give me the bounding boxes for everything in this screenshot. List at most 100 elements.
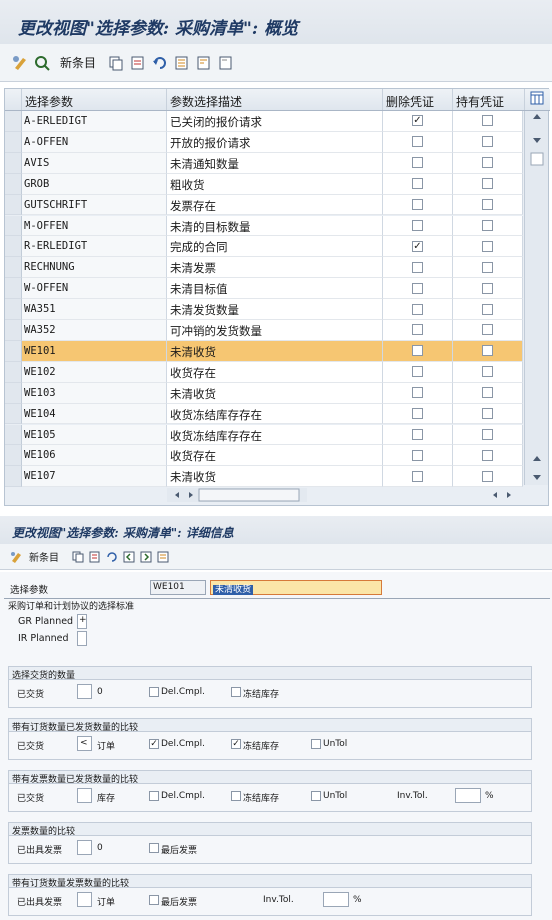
invoiced-field[interactable]	[77, 840, 92, 855]
table-row[interactable]: WE104 收货冻结库存存在	[5, 403, 525, 425]
table-row[interactable]: W-OFFEN 未清目标值	[5, 278, 525, 300]
hold-checkbox[interactable]	[482, 261, 493, 273]
copy-as-icon[interactable]	[72, 551, 84, 563]
table-row[interactable]: RECHNUNG 未清发票	[5, 257, 525, 279]
blocked-stock-checkbox[interactable]: ✓	[231, 739, 241, 749]
row-selector[interactable]	[5, 320, 22, 341]
row-selector[interactable]	[5, 111, 22, 132]
delete-checkbox[interactable]	[412, 428, 423, 440]
table-row[interactable]: WE106 收货存在	[5, 445, 525, 467]
column-header-delete[interactable]: 删除凭证	[383, 89, 453, 110]
table-row[interactable]: WE107 未清收货	[5, 466, 525, 488]
blocked-stock-checkbox[interactable]	[231, 791, 241, 801]
hold-checkbox[interactable]	[482, 387, 493, 399]
row-selector[interactable]	[5, 424, 22, 446]
row-selector[interactable]	[5, 382, 22, 404]
table-row[interactable]: WA351 未清发货数量	[5, 299, 525, 320]
table-row[interactable]: A-ERLEDIGT 已关闭的报价请求 ✓	[5, 111, 525, 132]
del-cmpl-checkbox[interactable]: ✓	[149, 739, 159, 749]
table-row[interactable]: M-OFFEN 未清的目标数量	[5, 215, 525, 237]
select-block-icon[interactable]	[196, 55, 212, 71]
delete-checkbox[interactable]	[412, 282, 423, 294]
hold-checkbox[interactable]	[482, 470, 493, 482]
hold-checkbox[interactable]	[482, 366, 493, 378]
table-row[interactable]: GROB 粗收货	[5, 173, 525, 195]
table-row[interactable]: WE101 未清收货	[5, 340, 525, 362]
delete-checkbox[interactable]	[412, 470, 423, 482]
final-invoice-checkbox[interactable]	[149, 895, 159, 905]
table-row[interactable]: WE105 收货冻结库存存在	[5, 424, 525, 446]
inv-tol-field[interactable]	[455, 788, 481, 803]
delete-checkbox[interactable]	[412, 303, 423, 315]
ir-planned-field[interactable]	[77, 631, 87, 646]
delete-checkbox[interactable]	[412, 199, 423, 211]
delete-checkbox[interactable]	[412, 157, 423, 169]
delete-checkbox[interactable]	[412, 261, 423, 273]
previous-entry-icon[interactable]	[123, 551, 135, 563]
horizontal-scrollbar[interactable]	[167, 488, 307, 502]
undo-icon[interactable]	[152, 55, 168, 71]
table-row[interactable]: GUTSCHRIFT 发票存在	[5, 194, 525, 216]
del-cmpl-checkbox[interactable]	[149, 687, 159, 697]
hold-checkbox[interactable]	[482, 324, 493, 336]
row-selector[interactable]	[5, 361, 22, 383]
inv-tol-field[interactable]	[323, 892, 349, 907]
next-entry-icon[interactable]	[140, 551, 152, 563]
delete-checkbox[interactable]	[412, 324, 423, 336]
new-entries-button[interactable]: 新条目	[29, 549, 59, 564]
display-change-icon[interactable]	[12, 55, 28, 71]
delete-checkbox[interactable]	[412, 345, 423, 357]
select-all-header[interactable]	[5, 89, 22, 110]
del-cmpl-checkbox[interactable]	[149, 791, 159, 801]
delete-checkbox[interactable]	[412, 178, 423, 190]
table-row[interactable]: WE103 未清收货	[5, 382, 525, 404]
row-selector[interactable]	[5, 340, 22, 362]
select-icon[interactable]	[157, 551, 169, 563]
horizontal-scrollbar-right[interactable]	[485, 488, 525, 502]
row-selector[interactable]	[5, 445, 22, 467]
hold-checkbox[interactable]	[482, 428, 493, 440]
hold-checkbox[interactable]	[482, 115, 493, 127]
delete-checkbox[interactable]: ✓	[412, 115, 423, 127]
copy-as-icon[interactable]	[108, 55, 124, 71]
table-row[interactable]: WE102 收货存在	[5, 361, 525, 383]
hold-checkbox[interactable]	[482, 240, 493, 252]
row-selector[interactable]	[5, 257, 22, 279]
new-entries-button[interactable]: 新条目	[60, 54, 96, 71]
blocked-stock-checkbox[interactable]	[231, 687, 241, 697]
hold-checkbox[interactable]	[482, 345, 493, 357]
row-selector[interactable]	[5, 278, 22, 300]
delete-checkbox[interactable]: ✓	[412, 240, 423, 252]
hold-checkbox[interactable]	[482, 157, 493, 169]
delete-checkbox[interactable]	[412, 408, 423, 420]
delete-checkbox[interactable]	[412, 387, 423, 399]
column-header-param[interactable]: 选择参数	[22, 89, 167, 110]
select-all-icon[interactable]	[174, 55, 190, 71]
table-row[interactable]: R-ERLEDIGT 完成的合同 ✓	[5, 236, 525, 258]
hold-checkbox[interactable]	[482, 449, 493, 461]
column-header-hold[interactable]: 持有凭证	[453, 89, 525, 110]
row-selector[interactable]	[5, 194, 22, 216]
row-selector[interactable]	[5, 236, 22, 258]
row-selector[interactable]	[5, 152, 22, 174]
row-selector[interactable]	[5, 131, 22, 153]
delivered-operator-field[interactable]: <	[77, 736, 92, 751]
row-selector[interactable]	[5, 299, 22, 320]
param-desc-field[interactable]: 未清收货	[210, 580, 382, 595]
gr-planned-field[interactable]: +	[77, 614, 87, 629]
undo-icon[interactable]	[106, 551, 118, 563]
deselect-all-icon[interactable]	[218, 55, 234, 71]
display-change-icon[interactable]	[10, 551, 22, 563]
row-selector[interactable]	[5, 466, 22, 488]
delivered-field[interactable]	[77, 788, 92, 803]
delete-checkbox[interactable]	[412, 449, 423, 461]
delete-icon[interactable]	[89, 551, 101, 563]
untol-checkbox[interactable]	[311, 791, 321, 801]
hold-checkbox[interactable]	[482, 408, 493, 420]
delete-checkbox[interactable]	[412, 219, 423, 231]
delivered-field[interactable]	[77, 684, 92, 699]
delete-checkbox[interactable]	[412, 366, 423, 378]
delete-icon[interactable]	[130, 55, 146, 71]
vertical-scrollbar[interactable]	[524, 111, 548, 485]
invoiced-field[interactable]	[77, 892, 92, 907]
